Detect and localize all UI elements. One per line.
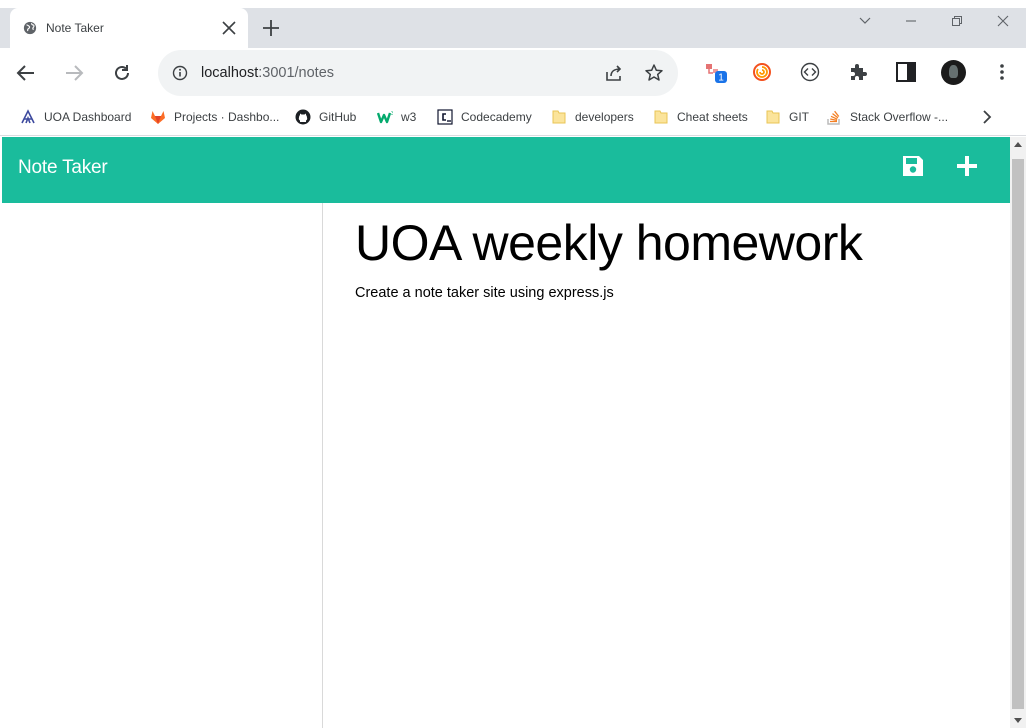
spiral-extension-icon[interactable]: [751, 61, 773, 83]
url-text[interactable]: localhost:3001/notes: [201, 65, 334, 81]
site-info-icon[interactable]: [172, 65, 188, 81]
restore-icon[interactable]: [950, 14, 964, 28]
bookmark-label: developers: [575, 110, 634, 124]
bookmark-developers[interactable]: developers: [551, 108, 634, 126]
address-bar[interactable]: localhost:3001/notes: [158, 50, 678, 96]
profile-avatar[interactable]: [941, 60, 966, 85]
bookmarks-bar: UOA Dashboard Projects · Dashbo... GitHu…: [0, 98, 1026, 136]
minimize-icon[interactable]: [904, 14, 918, 28]
note-title[interactable]: UOA weekly homework: [355, 215, 863, 271]
page-viewport: Note Taker UOA weekly homework Create a …: [2, 137, 1010, 728]
bookmark-label: w3: [401, 110, 417, 124]
bookmark-label: Codecademy: [461, 110, 532, 124]
url-path: :3001/notes: [258, 65, 335, 81]
scroll-down-arrow[interactable]: [1014, 718, 1022, 723]
url-host: localhost: [201, 65, 259, 81]
forward-icon[interactable]: [63, 62, 85, 84]
tab-search-icon[interactable]: [858, 14, 872, 28]
w3schools-icon: 3: [377, 111, 393, 124]
new-note-icon[interactable]: [954, 153, 980, 179]
note-list-panel: [2, 203, 323, 728]
uoa-icon: [21, 109, 35, 124]
bookmark-star-icon[interactable]: [644, 63, 664, 83]
gitlab-icon: [151, 111, 165, 124]
bookmark-uoa-dashboard[interactable]: UOA Dashboard: [20, 108, 131, 126]
extensions-puzzle-icon[interactable]: [847, 61, 869, 83]
back-icon[interactable]: [15, 62, 37, 84]
bookmark-label: Cheat sheets: [677, 110, 748, 124]
app-title[interactable]: Note Taker: [18, 157, 108, 179]
bookmark-label: Stack Overflow -...: [850, 110, 949, 124]
globe-icon: [23, 21, 37, 35]
github-icon: [295, 109, 311, 125]
svg-text:3: 3: [391, 111, 393, 117]
codecademy-icon: [437, 109, 453, 125]
bookmark-projects[interactable]: Projects · Dashbo...: [150, 108, 279, 126]
share-icon[interactable]: [604, 63, 624, 83]
browser-menu-icon[interactable]: [992, 62, 1012, 82]
bookmark-label: GitHub: [319, 110, 357, 124]
tab-strip: Note Taker: [0, 0, 1026, 48]
bookmark-label: GIT: [789, 110, 809, 124]
folder-icon: [766, 110, 780, 124]
scroll-up-arrow[interactable]: [1014, 142, 1022, 147]
save-note-icon[interactable]: [900, 153, 926, 179]
more-bookmarks-icon[interactable]: [978, 108, 996, 126]
folder-icon: [654, 110, 668, 124]
extension-badge-icon[interactable]: 1: [705, 61, 727, 83]
scrollbar-thumb[interactable]: [1012, 159, 1024, 709]
bookmark-git[interactable]: GIT: [765, 108, 809, 126]
stackoverflow-icon: [827, 110, 840, 125]
vertical-scrollbar[interactable]: [1010, 137, 1026, 728]
side-panel-icon[interactable]: [895, 61, 917, 83]
reload-icon[interactable]: [111, 62, 133, 84]
new-tab-icon[interactable]: [261, 18, 281, 38]
tab-title: Note Taker: [46, 21, 104, 35]
bookmark-stack-overflow[interactable]: Stack Overflow -...: [826, 108, 948, 126]
note-text[interactable]: Create a note taker site using express.j…: [355, 285, 614, 301]
app-navbar: Note Taker: [2, 137, 1010, 203]
bookmark-label: UOA Dashboard: [44, 110, 132, 124]
bookmark-codecademy[interactable]: Codecademy: [437, 108, 532, 126]
browser-toolbar: localhost:3001/notes 1: [0, 48, 1026, 98]
bookmark-w3[interactable]: 3 w3: [377, 108, 416, 126]
close-tab-icon[interactable]: [220, 19, 238, 37]
close-window-icon[interactable]: [996, 14, 1010, 28]
bookmark-github[interactable]: GitHub: [295, 108, 356, 126]
browser-tab[interactable]: Note Taker: [10, 8, 248, 48]
bookmark-cheat-sheets[interactable]: Cheat sheets: [653, 108, 748, 126]
folder-icon: [552, 110, 566, 124]
bookmark-label: Projects · Dashbo...: [174, 110, 280, 124]
code-extension-icon[interactable]: [799, 61, 821, 83]
extension-badge-count: 1: [718, 73, 724, 84]
